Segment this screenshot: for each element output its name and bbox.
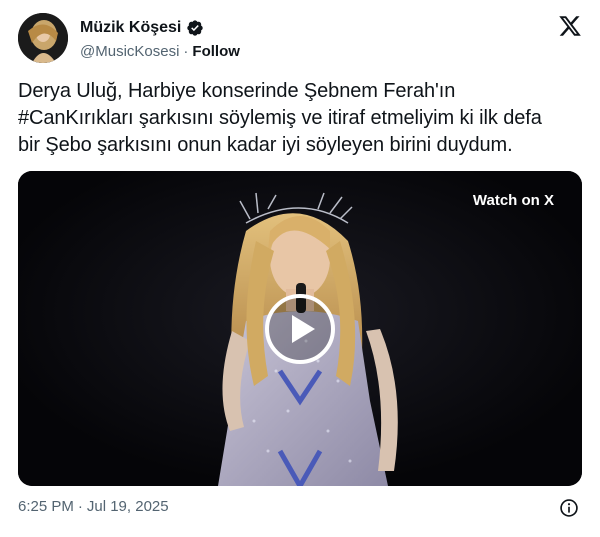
avatar[interactable]: [18, 13, 68, 63]
tweet-text-line: Derya Uluğ, Harbiye konserinde Şebnem Fe…: [18, 80, 456, 102]
tweet-text-line: bir Şebo şarkısını onun kadar iyi söyley…: [18, 134, 513, 156]
verified-badge-icon: [187, 20, 204, 36]
author-handle[interactable]: @MusicKosesi: [80, 43, 179, 60]
play-icon[interactable]: [264, 293, 336, 365]
info-icon[interactable]: [559, 498, 579, 518]
tweet-timestamp[interactable]: 6:25 PM · Jul 19, 2025: [18, 498, 169, 515]
video-player[interactable]: Watch on X: [18, 171, 582, 486]
follow-button[interactable]: Follow: [192, 43, 240, 60]
tweet-date[interactable]: Jul 19, 2025: [87, 498, 169, 515]
timestamp-separator: ·: [77, 498, 83, 515]
author-name[interactable]: Müzik Köşesi: [80, 19, 181, 37]
tweet-text-line: #CanKırıkları şarkısını söylemiş ve itir…: [18, 107, 542, 129]
avatar-image: [18, 13, 68, 63]
x-logo-icon[interactable]: [558, 14, 582, 38]
watch-on-x-link[interactable]: Watch on X: [473, 192, 554, 209]
handle-separator: ·: [183, 42, 189, 60]
tweet-card: Müzik Köşesi @MusicKosesi · Follow Derya…: [0, 0, 600, 537]
tweet-text: Derya Uluğ, Harbiye konserinde Şebnem Fe…: [18, 78, 588, 159]
tweet-time[interactable]: 6:25 PM: [18, 498, 74, 515]
author-info: Müzik Köşesi @MusicKosesi · Follow: [80, 18, 240, 61]
